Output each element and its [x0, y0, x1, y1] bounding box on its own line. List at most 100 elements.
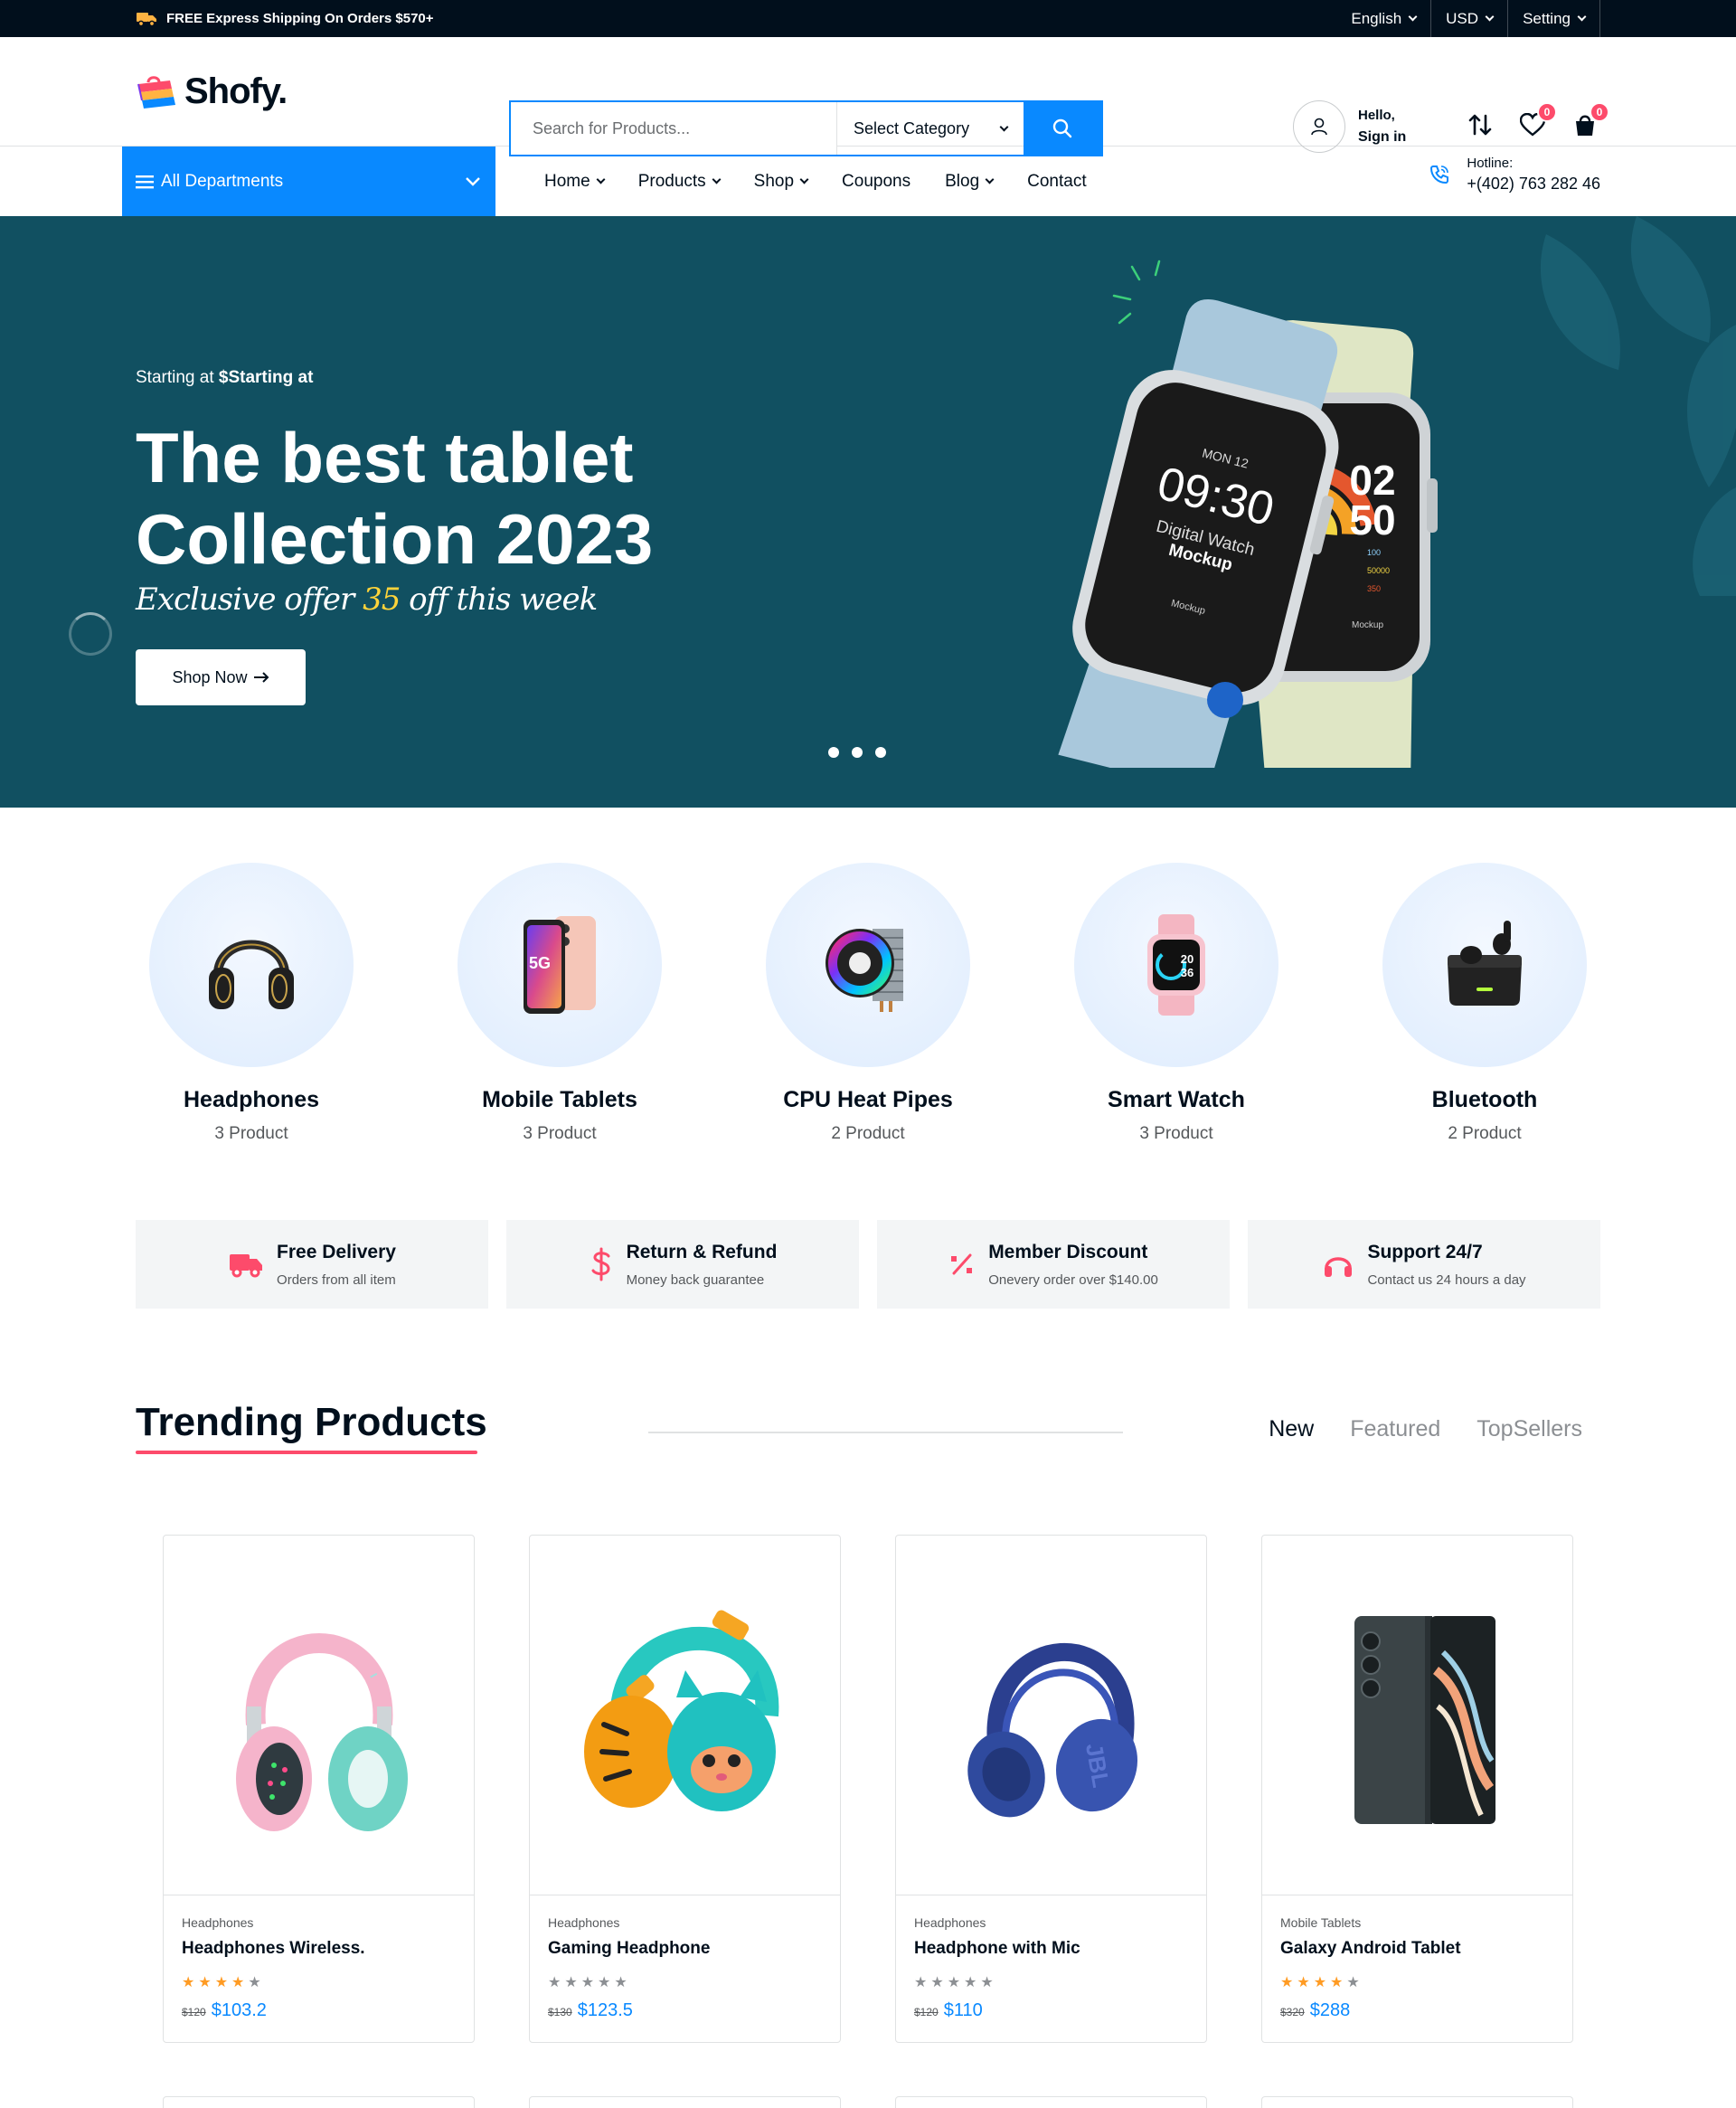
cart-button[interactable]: 0: [1570, 102, 1609, 140]
menu-item-contact[interactable]: Contact: [1027, 172, 1086, 192]
feature-title: Return & Refund: [626, 1241, 778, 1262]
tab-new[interactable]: New: [1269, 1416, 1314, 1442]
language-select[interactable]: English: [1336, 0, 1430, 37]
chevron-down-icon: [712, 175, 722, 184]
current-price: $123.5: [577, 2000, 633, 2020]
all-departments-label: All Departments: [161, 171, 284, 191]
chevron-down-icon: [1485, 12, 1495, 22]
star-icon: ★: [580, 1975, 595, 1990]
arrow-right-icon: [253, 672, 269, 683]
feature-title: Member Discount: [988, 1241, 1148, 1262]
feature-free-delivery: Free Delivery Orders from all item: [136, 1220, 488, 1309]
product-name[interactable]: Headphones Wireless.: [182, 1939, 456, 1959]
star-icon: ★: [964, 1975, 977, 1990]
product-image[interactable]: [530, 1536, 840, 1895]
language-label: English: [1351, 9, 1402, 27]
category-count: 3 Product: [1139, 1124, 1213, 1143]
star-icon: ★: [564, 1975, 578, 1990]
category-item-mobile-tablets[interactable]: 5G Mobile Tablets 3 Product: [444, 863, 675, 1144]
chevron-down-icon: [1577, 12, 1587, 22]
watch-right-stat1: 100: [1367, 548, 1381, 557]
product-card[interactable]: JBL Headphones Headphone with Mic ★ ★ ★ ★ ★ …: [895, 1535, 1207, 2043]
menu-item-products[interactable]: Products: [638, 172, 722, 192]
product-name[interactable]: Gaming Headphone: [548, 1939, 822, 1959]
product-card[interactable]: Mobile Tablets Galaxy Android Tablet ★ ★ ★…: [1261, 1535, 1573, 2043]
title-underline: [136, 1451, 477, 1454]
headphones-icon: [209, 940, 294, 1009]
product-rating: ★ ★ ★ ★ ★: [548, 1973, 822, 1991]
product-name[interactable]: Headphone with Mic: [914, 1939, 1188, 1959]
category-item-headphones[interactable]: Headphones 3 Product: [136, 863, 367, 1144]
chevron-down-icon: [999, 122, 1009, 131]
product-card[interactable]: [163, 2096, 475, 2108]
all-departments-button[interactable]: All Departments: [122, 147, 495, 216]
account-link[interactable]: Hello, Sign in: [1293, 100, 1406, 153]
watch-right-stat3: 350: [1367, 584, 1381, 593]
product-category[interactable]: Headphones: [182, 1915, 456, 1930]
hero-title: The best tablet Collection 2023: [136, 418, 654, 579]
product-category[interactable]: Mobile Tablets: [1280, 1915, 1554, 1930]
currency-select[interactable]: USD: [1430, 0, 1507, 37]
product-image[interactable]: [1262, 1536, 1572, 1895]
product-category[interactable]: Headphones: [914, 1915, 1188, 1930]
product-card[interactable]: [895, 2096, 1207, 2108]
wishlist-button[interactable]: 0: [1517, 102, 1557, 140]
setting-select[interactable]: Setting: [1507, 0, 1600, 37]
smartwatch-hero-image: 02 50 100 50000 350 Mockup MON 12 09:30 …: [1058, 260, 1438, 768]
site-logo[interactable]: Shofy.: [136, 71, 288, 112]
product-card[interactable]: [1261, 2096, 1573, 2108]
star-icon: ★: [1280, 1975, 1294, 1990]
menu-item-blog[interactable]: Blog: [945, 172, 995, 192]
star-icon: ★: [947, 1975, 961, 1990]
shopping-bag-logo-icon: [137, 75, 175, 109]
menu-item-coupons[interactable]: Coupons: [842, 172, 910, 192]
account-hello: Hello,: [1358, 108, 1395, 123]
shipping-notice: FREE Express Shipping On Orders $570+: [136, 0, 434, 37]
product-image[interactable]: [164, 1536, 474, 1895]
product-name[interactable]: Galaxy Android Tablet: [1280, 1939, 1554, 1959]
old-price: $320: [1280, 2006, 1305, 2018]
product-category[interactable]: Headphones: [548, 1915, 822, 1930]
category-item-smart-watch[interactable]: 20 36 Smart Watch 3 Product: [1061, 863, 1292, 1144]
foldable-phone-image: [1354, 1615, 1495, 1824]
product-card[interactable]: [529, 2096, 841, 2108]
menu-item-shop[interactable]: Shop: [754, 172, 809, 192]
truck-icon: [137, 12, 156, 26]
tab-topsellers[interactable]: TopSellers: [1477, 1416, 1582, 1442]
slider-dot-2[interactable]: [852, 747, 863, 758]
category-name: Headphones: [183, 1087, 320, 1112]
category-item-cpu-heat-pipes[interactable]: CPU Heat Pipes 2 Product: [752, 863, 984, 1144]
product-image[interactable]: JBL: [896, 1536, 1206, 1895]
category-select-label: Select Category: [854, 118, 970, 137]
star-icon: ★: [914, 1975, 928, 1990]
slider-dot-3[interactable]: [875, 747, 886, 758]
product-grid: Headphones Headphones Wireless. ★ ★ ★ ★ ★ $1…: [163, 1535, 1573, 2043]
setting-label: Setting: [1523, 9, 1571, 27]
current-price: $110: [943, 2000, 983, 2020]
category-item-bluetooth[interactable]: Bluetooth 2 Product: [1369, 863, 1600, 1144]
star-icon: ★: [248, 1975, 261, 1990]
compare-button[interactable]: [1465, 109, 1495, 140]
tab-featured[interactable]: Featured: [1350, 1416, 1440, 1442]
product-card[interactable]: Headphones Gaming Headphone ★ ★ ★ ★ ★ $130 $…: [529, 1535, 841, 2043]
hero-slider: Starting at $Starting at The best tablet…: [0, 216, 1736, 808]
menu-item-label: Coupons: [842, 171, 911, 191]
category-image: [766, 863, 970, 1067]
avatar: [1293, 100, 1345, 153]
phone-icon: 5G: [524, 916, 596, 1014]
menu-item-home[interactable]: Home: [544, 171, 606, 192]
top-bar: FREE Express Shipping On Orders $570+ En…: [0, 0, 1736, 37]
menu-item-label: Home: [544, 171, 590, 191]
hotline[interactable]: Hotline: +(402) 763 282 46: [1429, 156, 1600, 194]
star-icon: ★: [1297, 1975, 1310, 1990]
slider-dot-1[interactable]: [828, 747, 839, 758]
watch-right-minute: 50: [1349, 496, 1395, 544]
compare-arrows-icon: [1468, 114, 1492, 136]
currency-label: USD: [1446, 9, 1479, 27]
category-count: 2 Product: [831, 1124, 905, 1143]
product-card[interactable]: Headphones Headphones Wireless. ★ ★ ★ ★ ★ $1…: [163, 1535, 475, 2043]
star-icon: ★: [614, 1975, 627, 1990]
main-menu: Home Products Shop Coupons Blog Contact: [544, 147, 1087, 216]
shop-now-button[interactable]: Shop Now: [136, 649, 306, 705]
truck-icon: [230, 1254, 263, 1278]
